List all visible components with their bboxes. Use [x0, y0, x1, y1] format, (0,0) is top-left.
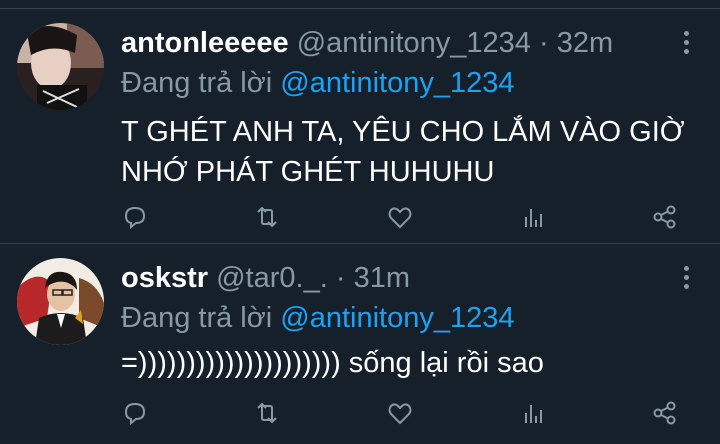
like-icon[interactable] — [385, 202, 415, 232]
more-options-icon[interactable] — [680, 31, 692, 59]
replying-to: Đang trả lời @antinitony_1234 — [121, 63, 515, 103]
tweet-text: =))))))))))))))))))))) sống lại rồi sao — [121, 347, 544, 379]
reply-thread: antonleeeee @antinitony_1234 · 32m Đang … — [0, 0, 720, 444]
analytics-icon[interactable] — [518, 202, 548, 232]
avatar[interactable] — [17, 258, 104, 345]
share-icon[interactable] — [650, 398, 680, 428]
tweet-header: oskstr @tar0._. · 31m — [121, 258, 410, 298]
separator-dot: · — [539, 27, 549, 59]
avatar-photo — [17, 258, 104, 345]
replying-to: Đang trả lời @antinitony_1234 — [121, 298, 515, 338]
reply-icon[interactable] — [120, 398, 150, 428]
replying-to-label: Đang trả lời — [121, 302, 273, 334]
replying-to-mention[interactable]: @antinitony_1234 — [280, 67, 514, 99]
avatar-photo — [17, 23, 104, 110]
display-name[interactable]: antonleeeee — [121, 27, 289, 59]
more-options-icon[interactable] — [680, 266, 692, 294]
avatar[interactable] — [17, 23, 104, 110]
analytics-icon[interactable] — [518, 398, 548, 428]
reply-icon[interactable] — [120, 202, 150, 232]
like-icon[interactable] — [385, 398, 415, 428]
user-handle[interactable]: @tar0._. — [216, 262, 328, 294]
replying-to-label: Đang trả lời — [121, 67, 273, 99]
tweet[interactable]: oskstr @tar0._. · 31m Đang trả lời @anti… — [0, 244, 720, 444]
retweet-icon[interactable] — [252, 202, 282, 232]
replying-to-mention[interactable]: @antinitony_1234 — [280, 302, 514, 334]
retweet-icon[interactable] — [252, 398, 282, 428]
tweet-header: antonleeeee @antinitony_1234 · 32m — [121, 23, 613, 63]
display-name[interactable]: oskstr — [121, 262, 208, 294]
tweet-actions — [0, 202, 720, 232]
user-handle[interactable]: @antinitony_1234 — [297, 27, 531, 59]
timestamp[interactable]: 31m — [354, 262, 410, 294]
share-icon[interactable] — [650, 202, 680, 232]
tweet[interactable]: antonleeeee @antinitony_1234 · 32m Đang … — [0, 9, 720, 243]
tweet-text: T GHÉT ANH TA, YÊU CHO LẮM VÀO GIỜ NHỚ P… — [121, 116, 685, 188]
tweet-actions — [0, 398, 720, 428]
timestamp[interactable]: 32m — [557, 27, 613, 59]
separator-dot: · — [335, 262, 346, 294]
